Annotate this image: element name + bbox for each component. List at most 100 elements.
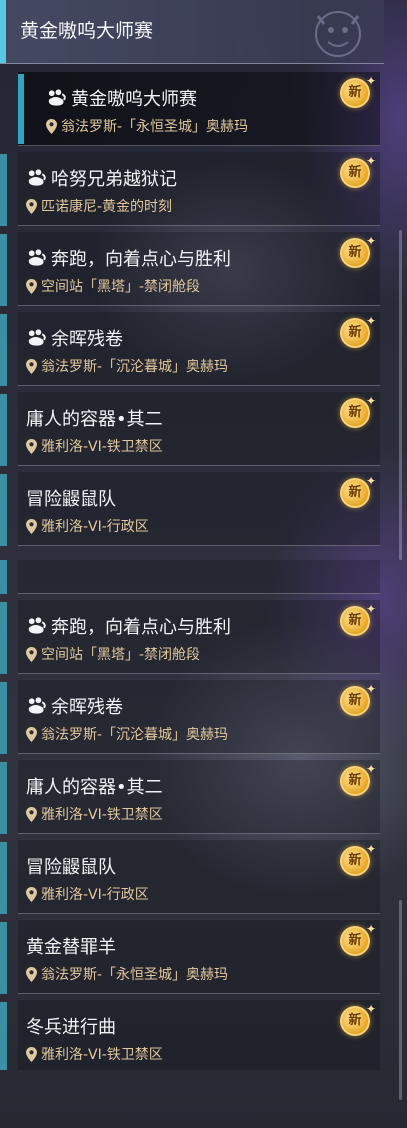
event-location-text: 雅利洛-VI-行政区 — [41, 887, 149, 903]
mascot-emblem-icon — [315, 11, 361, 57]
event-location: 翁法罗斯-「沉沦暮城」奥赫玛 — [26, 724, 228, 744]
sparkle-icon: ✦ — [365, 154, 376, 168]
event-header: 黄金嗷呜大师赛 — [0, 0, 384, 64]
sparkle-icon: ✦ — [365, 234, 376, 248]
sparkle-icon: ✦ — [365, 922, 376, 936]
event-location: 空间站「黑塔」-禁闭舱段 — [26, 644, 200, 664]
event-title: 庸人的容器•其二 — [26, 773, 163, 799]
event-location: 雅利洛-VI-行政区 — [26, 516, 149, 536]
header-accent-bar — [0, 0, 6, 63]
event-location: 雅利洛-VI-铁卫禁区 — [26, 436, 163, 456]
event-title: 黄金替罪羊 — [26, 933, 116, 959]
location-pin-icon — [26, 966, 37, 982]
event-location-text: 空间站「黑塔」-禁闭舱段 — [41, 279, 201, 295]
paw-icon — [46, 88, 67, 108]
event-title-text: 冒险鼹鼠队 — [26, 489, 116, 510]
sparkle-icon: ✦ — [365, 682, 376, 696]
row-accent-bar — [0, 922, 7, 994]
event-location: 翁法罗斯-「沉沦暮城」奥赫玛 — [26, 356, 228, 376]
row-accent-bar — [0, 560, 7, 594]
event-location-text: 雅利洛-VI-铁卫禁区 — [41, 439, 163, 455]
event-location: 雅利洛-VI-行政区 — [26, 884, 149, 904]
location-pin-icon — [26, 1046, 37, 1062]
row-accent-bar — [0, 602, 7, 674]
event-title: 冒险鼹鼠队 — [26, 485, 116, 511]
event-title: 庸人的容器•其二 — [26, 405, 163, 431]
sparkle-icon: ✦ — [365, 474, 376, 488]
event-location: 翁法罗斯-「永恒圣城」奥赫玛 — [46, 116, 248, 136]
event-list-top[interactable]: 黄金嗷呜大师赛 翁法罗斯-「永恒圣城」奥赫玛新 ✦ 哈努兄弟越狱记 匹诺康尼-黄金的时刻… — [0, 72, 392, 554]
event-title-text: 奔跑，向着点心与胜利 — [51, 617, 231, 638]
event-list-item[interactable]: 奔跑，向着点心与胜利 空间站「黑塔」-禁闭舱段新 ✦ — [0, 232, 392, 312]
row-accent-bar — [0, 474, 7, 546]
event-location-text: 雅利洛-VI-铁卫禁区 — [41, 807, 163, 823]
event-title-text: 哈努兄弟越狱记 — [51, 169, 177, 190]
scrollbar-top[interactable] — [399, 230, 402, 560]
row-accent-bar — [0, 234, 7, 306]
row-accent-bar — [0, 1002, 7, 1070]
event-title-text: 余晖残卷 — [51, 329, 123, 350]
event-location-text: 翁法罗斯-「永恒圣城」奥赫玛 — [41, 967, 229, 983]
sparkle-icon: ✦ — [365, 1002, 376, 1016]
location-pin-icon — [26, 646, 37, 662]
event-list-item[interactable]: 余晖残卷 翁法罗斯-「沉沦暮城」奥赫玛新 ✦ — [0, 680, 392, 760]
event-location: 雅利洛-VI-铁卫禁区 — [26, 804, 163, 824]
event-list-item[interactable]: 庸人的容器•其二 雅利洛-VI-铁卫禁区新 ✦ — [0, 760, 392, 840]
event-title-text: 庸人的容器•其二 — [26, 777, 163, 798]
event-title-text: 冬兵进行曲 — [26, 1017, 116, 1038]
row-accent-bar — [0, 314, 7, 386]
sparkle-icon: ✦ — [365, 394, 376, 408]
event-location: 空间站「黑塔」-禁闭舱段 — [26, 276, 200, 296]
event-title: 哈努兄弟越狱记 — [26, 165, 177, 191]
row-accent-bar — [0, 762, 7, 834]
scrollbar-bottom[interactable] — [399, 900, 402, 1100]
event-location-text: 空间站「黑塔」-禁闭舱段 — [41, 647, 201, 663]
page-title: 黄金嗷呜大师赛 — [20, 20, 154, 42]
event-title: 余晖残卷 — [26, 325, 123, 351]
event-list-item[interactable]: 冒险鼹鼠队 雅利洛-VI-行政区新 ✦ — [0, 472, 392, 552]
event-list-bottom[interactable]: 匹诺康尼-黄金的时刻奔跑，向着点心与胜利空间站「黑塔」-禁闭舱段新✦余晖残卷翁法… — [0, 560, 392, 1070]
event-location-text: 匹诺康尼-黄金的时刻 — [41, 199, 173, 215]
paw-icon — [26, 616, 47, 636]
paw-icon — [26, 168, 47, 188]
event-location-text: 翁法罗斯-「永恒圣城」奥赫玛 — [61, 119, 249, 135]
event-title-text: 余晖残卷 — [51, 697, 123, 718]
event-location-text: 雅利洛-VI-行政区 — [41, 519, 149, 535]
sparkle-icon: ✦ — [365, 842, 376, 856]
location-pin-icon — [26, 358, 37, 374]
event-title-text: 冒险鼹鼠队 — [26, 857, 116, 878]
location-pin-icon — [26, 886, 37, 902]
event-list-item[interactable]: 冬兵进行曲 雅利洛-VI-铁卫禁区新 ✦ — [0, 1000, 392, 1070]
event-title: 奔跑，向着点心与胜利 — [26, 245, 231, 271]
event-location-text: 翁法罗斯-「沉沦暮城」奥赫玛 — [41, 359, 229, 375]
event-title-text: 庸人的容器•其二 — [26, 409, 163, 430]
event-title: 黄金嗷呜大师赛 — [46, 85, 197, 111]
event-list-item[interactable]: 庸人的容器•其二 雅利洛-VI-铁卫禁区新 ✦ — [0, 392, 392, 472]
event-location: 匹诺康尼-黄金的时刻 — [26, 196, 172, 216]
paw-icon — [26, 248, 47, 268]
event-title-text: 奔跑，向着点心与胜利 — [51, 249, 231, 270]
location-pin-icon — [46, 118, 57, 134]
row-accent-bar — [0, 154, 7, 226]
sparkle-icon: ✦ — [365, 762, 376, 776]
event-list-item[interactable]: 哈努兄弟越狱记 匹诺康尼-黄金的时刻新 ✦ — [0, 152, 392, 232]
row-accent-bar — [0, 394, 7, 466]
event-list-item[interactable]: 冒险鼹鼠队 雅利洛-VI-行政区新 ✦ — [0, 840, 392, 920]
event-location-text: 翁法罗斯-「沉沦暮城」奥赫玛 — [41, 727, 229, 743]
event-list-item[interactable]: 余晖残卷 翁法罗斯-「沉沦暮城」奥赫玛新 ✦ — [0, 312, 392, 392]
selected-indicator — [18, 74, 24, 144]
paw-icon — [26, 696, 47, 716]
sparkle-icon: ✦ — [365, 314, 376, 328]
event-list-item[interactable]: 奔跑，向着点心与胜利 空间站「黑塔」-禁闭舱段新 ✦ — [0, 600, 392, 680]
location-pin-icon — [26, 278, 37, 294]
row-accent-bar — [0, 842, 7, 914]
event-location-text: 雅利洛-VI-铁卫禁区 — [41, 1047, 163, 1063]
event-list-item[interactable]: 匹诺康尼-黄金的时刻 — [0, 560, 392, 600]
event-title-text: 黄金替罪羊 — [26, 937, 116, 958]
event-location: 翁法罗斯-「永恒圣城」奥赫玛 — [26, 964, 228, 984]
event-list-item[interactable]: 黄金嗷呜大师赛 翁法罗斯-「永恒圣城」奥赫玛新 ✦ — [0, 72, 392, 152]
event-list-item[interactable]: 黄金替罪羊 翁法罗斯-「永恒圣城」奥赫玛新 ✦ — [0, 920, 392, 1000]
location-pin-icon — [26, 438, 37, 454]
location-pin-icon — [26, 806, 37, 822]
row-card — [18, 560, 380, 594]
